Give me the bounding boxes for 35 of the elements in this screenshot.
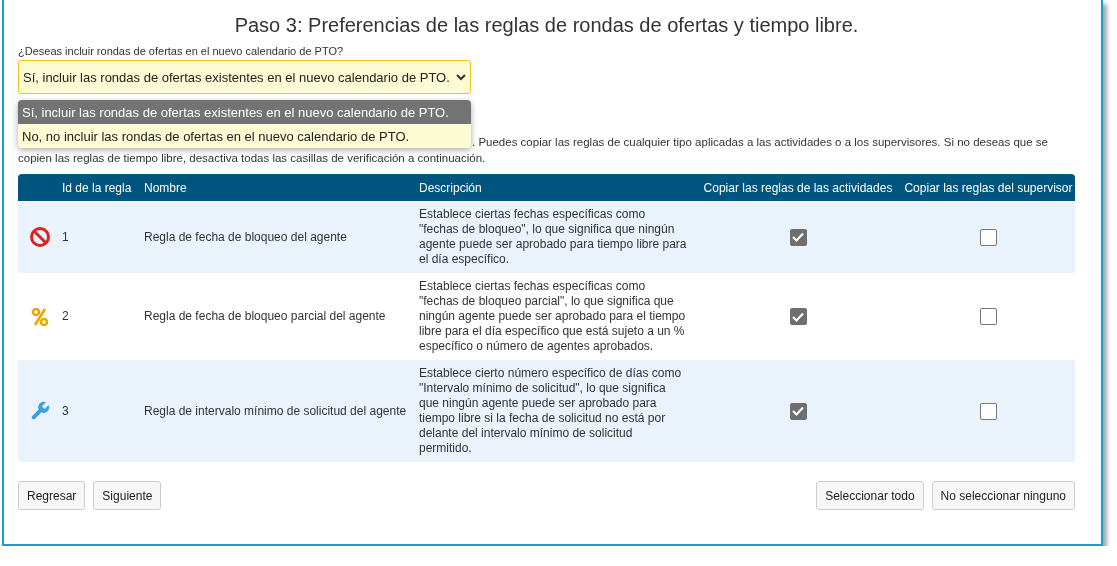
rule-id: 2	[62, 309, 70, 324]
selection-button[interactable]: No seleccionar ninguno	[931, 481, 1075, 510]
column-header: Nombre	[144, 180, 188, 195]
rule-description: Establece cierto número específico de días como "Intervalo mínimo de solicitud", lo que significa que ningún agente puede ser aprobado para tiempo libre si la fecha de solicitud no está por delante del intervalo mínimo de solicitud permitido.	[419, 366, 683, 456]
info-text: copien las reglas de tiempo libre, desactiva todas las casillas de verificación a continuación.	[18, 151, 486, 166]
info-text: . Puedes copiar las reglas de cualquier tipo aplicadas a las actividades o a los supervisores. Si no deseas que se	[472, 135, 1048, 150]
checkbox[interactable]	[789, 308, 807, 325]
rule-name: Regla de intervalo mínimo de solicitud del agente	[144, 403, 408, 419]
column-header: Id de la regla	[62, 180, 133, 195]
percent-icon	[31, 306, 49, 327]
checkbox[interactable]	[980, 402, 997, 420]
checkbox[interactable]	[789, 228, 807, 246]
rule-id: 1	[62, 229, 70, 245]
column-header: Copiar las reglas de las actividades	[702, 180, 894, 195]
chevron-down-icon	[456, 73, 466, 81]
nav-button[interactable]: Regresar	[18, 481, 86, 510]
page-title: Paso 3: Preferencias de las reglas de rondas de ofertas y tiempo libre.	[233, 14, 860, 37]
include-rounds-select[interactable]: Sí, incluir las rondas de ofertas existentes en el nuevo calendario de PTO.	[18, 60, 471, 94]
wrench-icon	[29, 400, 51, 422]
nav-button[interactable]: Siguiente	[93, 481, 162, 510]
checkbox[interactable]	[980, 228, 997, 246]
checkbox[interactable]	[789, 402, 807, 420]
column-header: Descripción	[419, 180, 483, 195]
checkbox[interactable]	[980, 308, 997, 325]
question-label: ¿Deseas incluir rondas de ofertas en el nuevo calendario de PTO?	[18, 45, 345, 57]
rule-name: Regla de fecha de bloqueo del agente	[144, 229, 348, 245]
prohibited-icon	[29, 226, 51, 248]
dropdown-option[interactable]: No, no incluir las rondas de ofertas en el nuevo calendario de PTO.	[18, 124, 471, 148]
column-header: Copiar las reglas del supervisor	[903, 180, 1074, 195]
selection-button[interactable]: Seleccionar todo	[816, 481, 924, 510]
rule-name: Regla de fecha de bloqueo parcial del agente	[144, 309, 387, 324]
rule-description: Establece ciertas fechas específicas como "fechas de bloqueo parcial", lo que significa que ningún agente puede ser aprobado para el tiempo libre para el día específico que está sujeto a un % específico o número de agentes aprobados.	[419, 279, 687, 354]
rule-description: Establece ciertas fechas específicas como "fechas de bloqueo", lo que significa que ningún agente puede ser aprobado para tiempo libre para el día específico.	[419, 207, 688, 267]
rule-id: 3	[62, 403, 70, 419]
dropdown-option[interactable]: Sí, incluir las rondas de ofertas existentes en el nuevo calendario de PTO.	[18, 100, 471, 124]
